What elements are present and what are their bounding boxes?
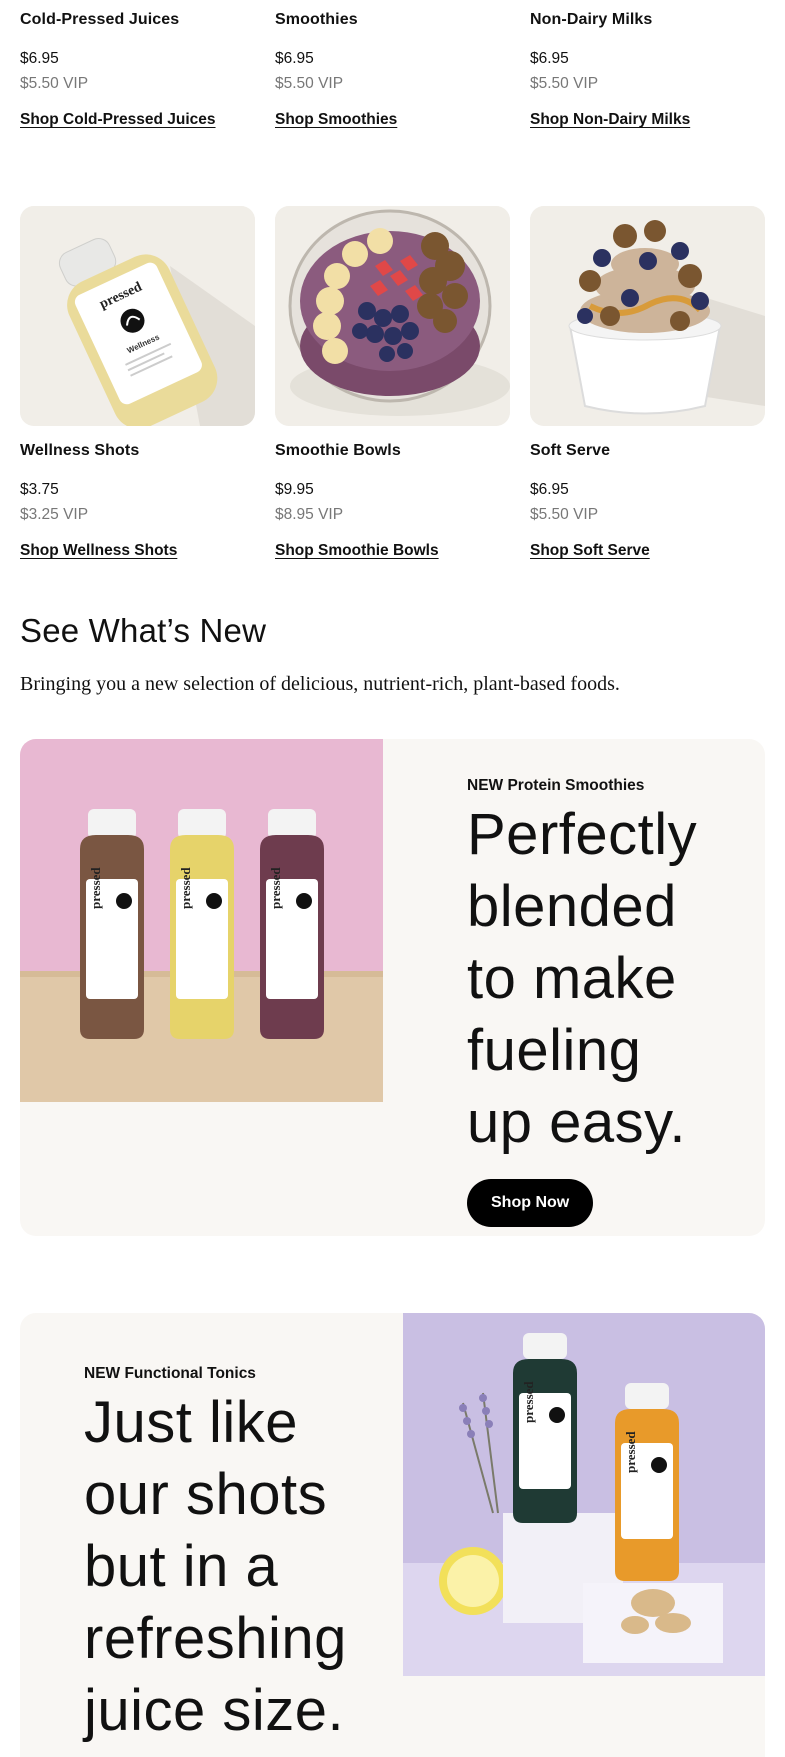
shop-smoothie-bowls-link[interactable]: Shop Smoothie Bowls (275, 542, 439, 560)
promo-headline: Perfectly blended to make fueling up eas… (467, 799, 757, 1159)
category-card-smoothies: Smoothies $6.95 $5.50 VIP Shop Smoothies (275, 11, 510, 129)
category-price: $6.95 (530, 481, 569, 498)
category-price: $9.95 (275, 481, 314, 498)
tonic-bottles-illustration: pressed pressed (403, 1313, 765, 1676)
promo-headline: Just like our shots but in a refreshing … (84, 1387, 384, 1747)
category-card-non-dairy-milks: Non-Dairy Milks $6.95 $5.50 VIP Shop Non… (530, 11, 765, 129)
protein-smoothies-photo[interactable]: pressed pressed pressed (20, 739, 383, 1102)
protein-bottles-illustration: pressed pressed pressed (20, 739, 383, 1102)
promo-eyebrow: NEW Functional Tonics (84, 1365, 256, 1382)
bottle-label-text: pressed (268, 867, 283, 909)
category-card-wellness-shots: pressed Wellness Wellness Shots $3.75 $3… (20, 206, 255, 560)
headline-line: refreshing (84, 1606, 347, 1671)
protein-smoothies-copy: NEW Protein Smoothies Perfectly blended … (467, 777, 757, 1227)
whats-new-title: See What’s New (20, 612, 267, 649)
category-price: $6.95 (530, 50, 569, 67)
category-name: Soft Serve (530, 442, 611, 459)
category-vip-price: $5.50 VIP (20, 75, 89, 92)
soft-serve-image[interactable] (530, 206, 765, 426)
functional-tonics-copy: NEW Functional Tonics Just like our shot… (84, 1365, 384, 1747)
category-vip-price: $5.50 VIP (275, 75, 344, 92)
soft-serve-illustration (530, 206, 765, 426)
shop-now-button[interactable]: Shop Now (467, 1179, 594, 1227)
wellness-shot-bottle-illustration: pressed Wellness (20, 206, 255, 426)
shop-non-dairy-milks-link[interactable]: Shop Non-Dairy Milks (530, 111, 690, 129)
category-card-cold-pressed-juices: Cold-Pressed Juices $6.95 $5.50 VIP Shop… (20, 11, 255, 129)
headline-line: juice size. (84, 1678, 345, 1743)
functional-tonics-promo: NEW Functional Tonics Just like our shot… (20, 1313, 765, 1757)
functional-tonics-photo[interactable]: pressed pressed (403, 1313, 765, 1676)
shop-wellness-shots-link[interactable]: Shop Wellness Shots (20, 542, 177, 560)
category-card-soft-serve: Soft Serve $6.95 $5.50 VIP Shop Soft Ser… (530, 206, 765, 560)
category-name: Cold-Pressed Juices (20, 11, 180, 28)
headline-line: Just like (84, 1390, 299, 1455)
whats-new-subtitle: Bringing you a new selection of deliciou… (20, 673, 620, 695)
shop-smoothies-link[interactable]: Shop Smoothies (275, 111, 397, 129)
shop-soft-serve-link[interactable]: Shop Soft Serve (530, 542, 650, 560)
wellness-shot-image[interactable]: pressed Wellness (20, 206, 255, 426)
category-vip-price: $8.95 VIP (275, 506, 344, 523)
category-vip-price: $5.50 VIP (530, 75, 599, 92)
shop-cold-pressed-juices-link[interactable]: Shop Cold-Pressed Juices (20, 111, 216, 129)
headline-line: but in a (84, 1534, 279, 1599)
headline-line: fueling (467, 1018, 642, 1083)
category-name: Smoothies (275, 11, 358, 28)
category-vip-price: $3.25 VIP (20, 506, 89, 523)
category-name: Non-Dairy Milks (530, 11, 653, 28)
bottle-label-text: pressed (521, 1381, 536, 1423)
promo-eyebrow: NEW Protein Smoothies (467, 777, 645, 794)
headline-line: to make (467, 946, 677, 1011)
protein-smoothies-promo: pressed pressed pressed NEW Protein Smoo… (20, 739, 765, 1236)
headline-line: Perfectly (467, 802, 698, 867)
bottle-label-text: pressed (88, 867, 103, 909)
category-name: Wellness Shots (20, 442, 140, 459)
smoothie-bowl-image[interactable] (275, 206, 510, 426)
category-vip-price: $5.50 VIP (530, 506, 599, 523)
headline-line: our shots (84, 1462, 328, 1527)
bottle-label-text: pressed (178, 867, 193, 909)
category-name: Smoothie Bowls (275, 442, 401, 459)
smoothie-bowl-illustration (275, 206, 510, 426)
category-price: $6.95 (275, 50, 314, 67)
category-card-smoothie-bowls: Smoothie Bowls $9.95 $8.95 VIP Shop Smoo… (275, 206, 510, 560)
category-price: $3.75 (20, 481, 59, 498)
headline-line: blended (467, 874, 677, 939)
category-price: $6.95 (20, 50, 59, 67)
headline-line: up easy. (467, 1090, 686, 1155)
bottle-label-text: pressed (623, 1431, 638, 1473)
